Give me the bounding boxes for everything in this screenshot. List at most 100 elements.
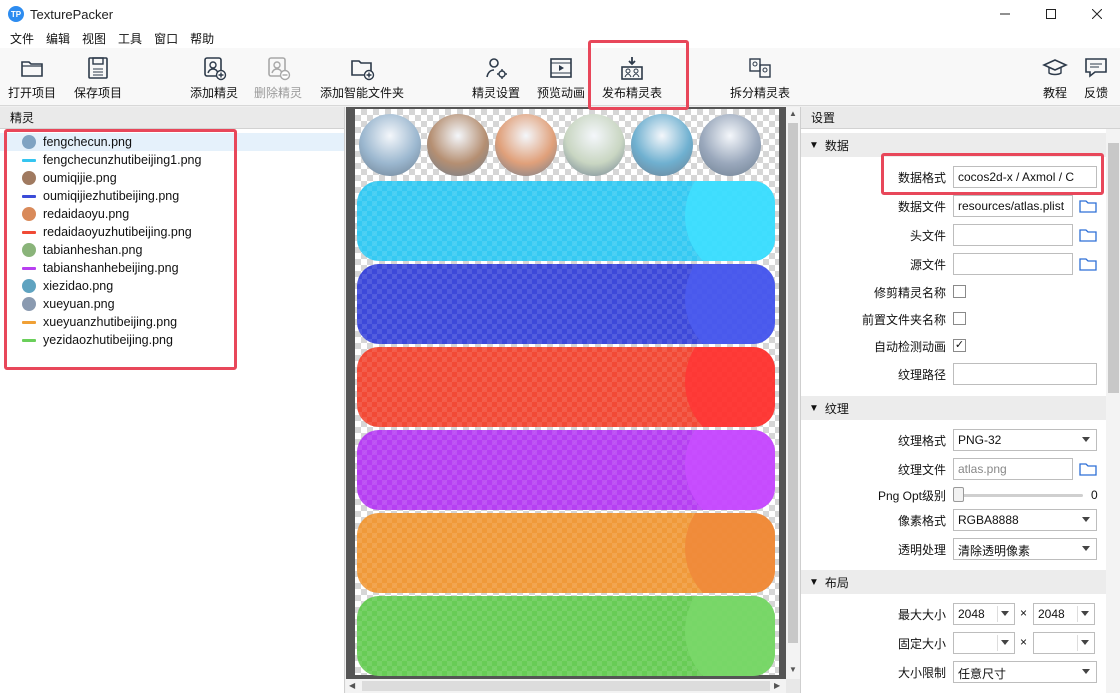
menu-help[interactable]: 帮助 [184, 30, 220, 47]
save-project-button[interactable]: 保存项目 [74, 52, 122, 102]
maximize-button[interactable] [1028, 0, 1074, 28]
bar-thumbnail-icon [22, 194, 36, 198]
minimize-icon [1000, 13, 1010, 15]
menu-edit[interactable]: 编辑 [40, 30, 76, 47]
header-file-field[interactable] [953, 224, 1073, 246]
texture-format-value: PNG-32 [958, 433, 1002, 447]
sprite-list-item[interactable]: oumiqijie.png [0, 169, 344, 187]
scroll-up-icon[interactable]: ▲ [789, 109, 797, 118]
horizontal-scroll-thumb[interactable] [362, 681, 770, 691]
browse-folder-icon[interactable] [1079, 227, 1097, 243]
settings-scroll-thumb[interactable] [1108, 143, 1119, 393]
png-opt-slider-handle[interactable] [953, 487, 964, 502]
sprite-list-item[interactable]: oumiqijiezhutibeijing.png [0, 187, 344, 205]
bar-thumbnail-icon [22, 230, 36, 234]
sprite-list-item[interactable]: xiezidao.png [0, 277, 344, 295]
split-sheet-button[interactable]: 拆分精灵表 [730, 52, 790, 102]
atlas-circle-sprite[interactable] [631, 114, 693, 176]
sprite-name: fengchecun.png [43, 135, 132, 149]
vertical-scrollbar[interactable]: ▲ ▼ [786, 107, 800, 679]
scroll-left-icon[interactable]: ◀ [349, 681, 355, 690]
atlas-circle-sprite[interactable] [359, 114, 421, 176]
browse-folder-icon[interactable] [1079, 461, 1097, 477]
png-opt-label: Png Opt级别 [877, 489, 946, 503]
vertical-scroll-thumb[interactable] [788, 123, 798, 643]
chevron-down-icon [1001, 640, 1009, 645]
size-limit-select[interactable]: 任意尺寸 [953, 661, 1097, 683]
settings-scrollbar[interactable] [1106, 129, 1120, 693]
sprite-list-item[interactable]: redaidaoyu.png [0, 205, 344, 223]
atlas-circle-sprite[interactable] [563, 114, 625, 176]
split-sheet-label: 拆分精灵表 [730, 86, 791, 100]
data-file-field[interactable]: resources/atlas.plist [953, 195, 1073, 217]
tutorial-button[interactable]: 教程 [1042, 52, 1068, 102]
max-width-select[interactable]: 2048 [953, 603, 1015, 625]
fixed-height-select[interactable] [1033, 632, 1095, 654]
scroll-down-icon[interactable]: ▼ [789, 665, 797, 674]
browse-folder-icon[interactable] [1079, 256, 1097, 272]
scroll-right-icon[interactable]: ▶ [774, 681, 780, 690]
png-opt-slider-track[interactable] [959, 494, 1083, 497]
save-project-label: 保存项目 [74, 86, 123, 100]
sprite-list-item[interactable]: xueyuan.png [0, 295, 344, 313]
feedback-button[interactable]: 反馈 [1083, 52, 1109, 102]
texture-file-field[interactable]: atlas.png [953, 458, 1073, 480]
atlas-bar-sprite[interactable] [357, 347, 775, 427]
pixel-format-value: RGBA8888 [958, 513, 1019, 527]
remove-sprite-button[interactable]: 删除精灵 [254, 52, 302, 102]
atlas-circle-sprite[interactable] [699, 114, 761, 176]
sprite-sheet-preview[interactable] [355, 109, 779, 676]
close-button[interactable] [1074, 0, 1120, 28]
atlas-bar-sprite[interactable] [357, 181, 775, 261]
atlas-bar-sprite[interactable] [357, 430, 775, 510]
add-smart-folder-button[interactable]: 添加智能文件夹 [320, 52, 404, 102]
trim-sprite-names-checkbox[interactable] [953, 285, 966, 298]
app-logo-icon: TP [8, 6, 24, 22]
pixel-format-select[interactable]: RGBA8888 [953, 509, 1097, 531]
sprite-list-item[interactable]: fengchecun.png [0, 133, 344, 151]
sprite-list-item[interactable]: redaidaoyuzhutibeijing.png [0, 223, 344, 241]
menu-file[interactable]: 文件 [4, 30, 40, 47]
menu-view[interactable]: 视图 [76, 30, 112, 47]
atlas-circle-sprite[interactable] [495, 114, 557, 176]
browse-folder-icon[interactable] [1079, 198, 1097, 214]
image-thumbnail-icon [22, 135, 36, 149]
minimize-button[interactable] [982, 0, 1028, 28]
title-bar: TP TexturePacker [0, 0, 1120, 28]
sprite-settings-button[interactable]: 精灵设置 [472, 52, 520, 102]
sprite-list-item[interactable]: xueyuanzhutibeijing.png [0, 313, 344, 331]
texture-format-select[interactable]: PNG-32 [953, 429, 1097, 451]
chevron-down-icon [1082, 669, 1090, 674]
sprite-list-item[interactable]: yezidaozhutibeijing.png [0, 331, 344, 349]
add-sprite-icon [204, 57, 227, 81]
menu-tools[interactable]: 工具 [112, 30, 148, 47]
data-format-field[interactable]: cocos2d-x / Axmol / C [953, 166, 1097, 188]
layout-section-header[interactable]: ▼ 布局 [801, 570, 1106, 594]
sprite-name: oumiqijie.png [43, 171, 117, 185]
open-project-button[interactable]: 打开项目 [8, 52, 56, 102]
atlas-circle-sprite[interactable] [427, 114, 489, 176]
horizontal-scrollbar[interactable]: ◀ ▶ [346, 679, 786, 693]
sprite-list-item[interactable]: tabianheshan.png [0, 241, 344, 259]
preview-animation-button[interactable]: 预览动画 [537, 52, 585, 102]
publish-sheet-button[interactable]: 发布精灵表 [602, 52, 662, 102]
prepend-folder-checkbox[interactable] [953, 312, 966, 325]
image-thumbnail-icon [22, 171, 36, 185]
atlas-bar-sprite[interactable] [357, 513, 775, 593]
folder-open-icon [21, 61, 43, 77]
texture-path-field[interactable] [953, 363, 1097, 385]
auto-detect-anim-checkbox[interactable]: ✓ [953, 339, 966, 352]
sprite-list-item[interactable]: fengchecunzhutibeijing1.png [0, 151, 344, 169]
texture-section-header[interactable]: ▼ 纹理 [801, 396, 1106, 420]
data-section-header[interactable]: ▼ 数据 [801, 133, 1106, 157]
max-height-select[interactable]: 2048 [1033, 603, 1095, 625]
atlas-bar-sprite[interactable] [357, 264, 775, 344]
fixed-width-select[interactable] [953, 632, 1015, 654]
atlas-bar-sprite[interactable] [357, 596, 775, 676]
sprite-list-item[interactable]: tabianshanhebeijing.png [0, 259, 344, 277]
alpha-handling-select[interactable]: 清除透明像素 [953, 538, 1097, 560]
menu-window[interactable]: 窗口 [148, 30, 184, 47]
source-file-field[interactable] [953, 253, 1073, 275]
chevron-down-icon [1082, 437, 1090, 442]
add-sprite-button[interactable]: 添加精灵 [190, 52, 238, 102]
